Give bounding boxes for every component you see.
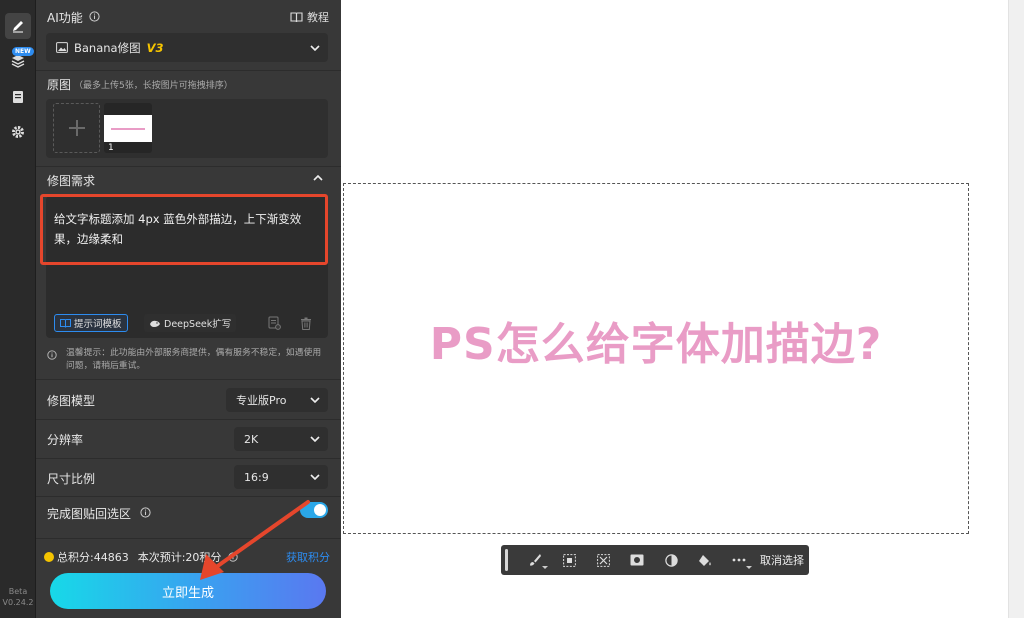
- brush-icon: [530, 554, 541, 566]
- book-icon: [290, 11, 303, 22]
- book-icon: [60, 318, 71, 328]
- subject-select-icon: [562, 553, 576, 567]
- settings-tool-button[interactable]: [5, 119, 31, 145]
- coin-icon: [44, 552, 54, 562]
- canvas-title-text: PS怎么给字体加描边?: [429, 319, 883, 370]
- version-label: V0.24.2: [2, 598, 34, 607]
- deepseek-label: DeepSeek扩写: [164, 319, 232, 330]
- image-thumbnail[interactable]: 1: [104, 103, 152, 153]
- more-options-button[interactable]: [722, 545, 756, 575]
- fill-button[interactable]: [688, 545, 722, 575]
- mask-button[interactable]: [620, 545, 654, 575]
- feature-select-label: Banana修图: [74, 40, 141, 55]
- tutorial-link[interactable]: 教程: [290, 9, 329, 25]
- adjustment-button[interactable]: [654, 545, 688, 575]
- ratio-value: 16:9: [244, 470, 269, 484]
- paint-bucket-icon: [699, 554, 711, 566]
- history-icon[interactable]: [268, 316, 281, 330]
- chevron-down-icon: [310, 397, 320, 403]
- chevron-up-icon[interactable]: [313, 175, 323, 181]
- ratio-label: 尺寸比例: [47, 472, 96, 486]
- model-select[interactable]: 专业版Pro: [226, 388, 328, 412]
- chevron-down-icon: [310, 44, 320, 51]
- divider: [36, 70, 341, 71]
- select-subject-button[interactable]: [552, 545, 586, 575]
- total-credits: 总积分:44863: [57, 551, 129, 564]
- prompt-template-label: 提示词模板: [74, 319, 122, 330]
- version-info: Beta V0.24.2: [0, 586, 36, 608]
- beta-label: Beta: [8, 587, 28, 596]
- thumbnail-preview: [104, 115, 152, 142]
- brush-tool-button[interactable]: [518, 545, 552, 575]
- divider: [36, 419, 341, 420]
- image-icon: [56, 42, 68, 53]
- chevron-down-icon: [310, 474, 320, 480]
- version-tag: V3: [146, 40, 164, 55]
- service-notice: 温馨提示：此功能由外部服务商提供，偶有服务不稳定，如遇使用问题，请稍后重试。: [66, 348, 322, 371]
- original-title: 原图: [47, 78, 72, 92]
- model-value: 专业版Pro: [236, 394, 287, 407]
- feature-select[interactable]: Banana修图 V3: [46, 33, 328, 62]
- paste-back-label: 完成图贴回选区: [47, 507, 132, 521]
- info-icon[interactable]: [140, 507, 151, 518]
- info-icon[interactable]: [89, 11, 100, 22]
- contrast-icon: [664, 553, 678, 567]
- scrollbar[interactable]: [1008, 0, 1024, 618]
- pencil-icon: [13, 21, 23, 33]
- expand-icon: [596, 553, 610, 567]
- mask-icon: [630, 554, 644, 566]
- dropdown-indicator: [542, 566, 548, 569]
- divider: [36, 166, 341, 167]
- requirement-text: 给文字标题添加 4px 蓝色外部描边，上下渐变效果，边缘柔和: [54, 212, 302, 246]
- notebook-icon: [13, 91, 23, 103]
- resolution-label: 分辨率: [47, 433, 84, 447]
- whale-icon: [150, 320, 160, 327]
- resolution-value: 2K: [244, 432, 259, 446]
- drag-handle[interactable]: [505, 549, 508, 571]
- selection-toolbar: 取消选择: [501, 545, 809, 575]
- trash-icon[interactable]: [300, 317, 312, 330]
- divider: [36, 458, 341, 459]
- original-image-area: 1: [46, 99, 328, 158]
- edit-tool-button[interactable]: [5, 13, 31, 39]
- annotation-arrow: [200, 500, 310, 580]
- dropdown-indicator: [746, 566, 752, 569]
- tutorial-label: 教程: [307, 11, 329, 24]
- model-label: 修图模型: [47, 394, 96, 408]
- thumbnail-index: 1: [108, 143, 114, 153]
- tool-rail: NEW Beta V0.24.2: [0, 0, 36, 618]
- add-image-button[interactable]: [53, 103, 100, 153]
- gear-icon: [12, 126, 24, 138]
- layers-icon: [11, 55, 25, 68]
- panel-title: AI功能: [47, 11, 83, 25]
- deselect-button[interactable]: 取消选择: [760, 552, 804, 568]
- plus-icon: [68, 120, 85, 136]
- prompt-template-button[interactable]: 提示词模板: [54, 314, 128, 332]
- deepseek-expand-button[interactable]: DeepSeek扩写: [144, 314, 237, 332]
- resolution-select[interactable]: 2K: [234, 427, 328, 451]
- info-icon: [47, 350, 57, 360]
- more-icon: [732, 558, 746, 562]
- original-hint: （最多上传5张，长按图片可拖拽排序）: [74, 81, 233, 91]
- thumbnail-text-line: [111, 127, 145, 130]
- ratio-select[interactable]: 16:9: [234, 465, 328, 489]
- new-badge: NEW: [12, 47, 34, 56]
- chevron-down-icon: [310, 436, 320, 442]
- requirement-title: 修图需求: [47, 174, 96, 188]
- transform-selection-button[interactable]: [586, 545, 620, 575]
- divider: [36, 379, 341, 380]
- notes-tool-button[interactable]: [5, 84, 31, 110]
- ai-panel: AI功能 教程 Banana修图 V3 原图 （最多上传5张，长按图片可拖拽排序…: [36, 0, 341, 618]
